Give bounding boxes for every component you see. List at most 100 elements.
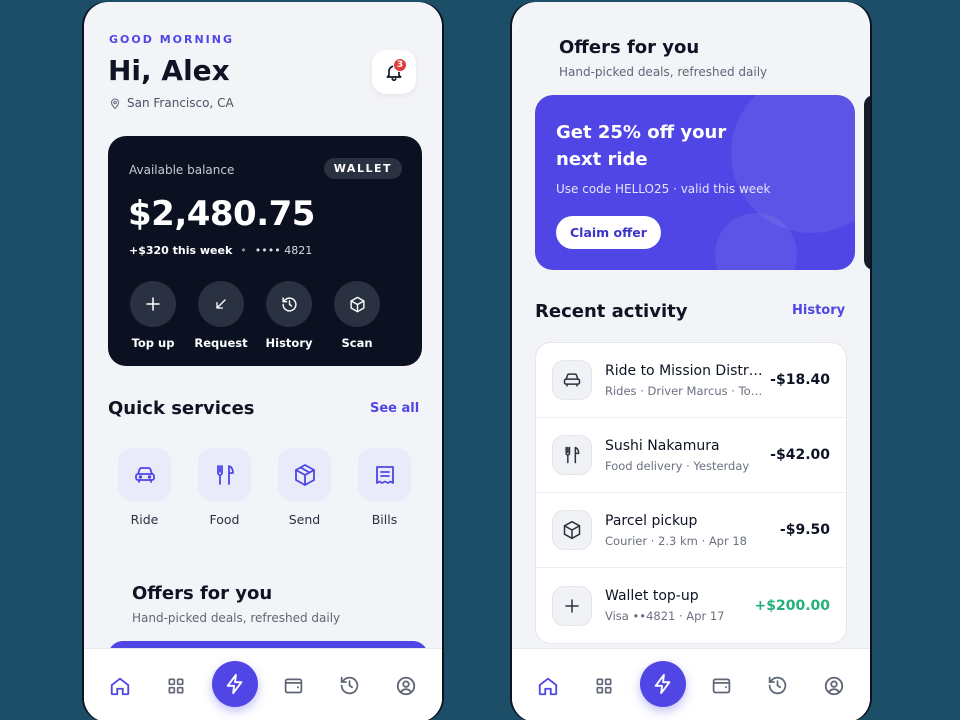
grid-icon — [596, 678, 612, 693]
bottom-nav — [84, 648, 442, 720]
activity-icon-box — [552, 510, 592, 550]
activity-history-link[interactable]: History — [792, 303, 845, 318]
car-icon — [563, 373, 581, 387]
phone-offers: Offers for you Hand-picked deals, refres… — [510, 2, 872, 720]
offers-title: Offers for you — [559, 37, 700, 58]
activity-text: Wallet top-up Visa ••4821 · Apr 17 — [605, 588, 765, 623]
promo-code-text: Use code HELLO25 · valid this week — [556, 182, 771, 196]
wallet-icon — [712, 678, 730, 694]
history-circle — [266, 281, 312, 327]
service-bills-label: Bills — [371, 512, 398, 527]
service-bills-tile — [358, 448, 411, 501]
activity-row[interactable]: Sushi Nakamura Food delivery · Yesterday… — [536, 418, 846, 493]
nav-home[interactable] — [99, 665, 141, 707]
request-button[interactable]: Request — [194, 281, 248, 350]
offers-subtitle: Hand-picked deals, refreshed daily — [132, 611, 341, 625]
activity-subtitle: Visa ••4821 · Apr 17 — [605, 609, 725, 623]
top-up-label: Top up — [131, 336, 175, 350]
offers-subtitle: Hand-picked deals, refreshed daily — [559, 65, 768, 79]
location-text: San Francisco, CA — [127, 96, 234, 110]
service-food[interactable]: Food — [198, 448, 251, 527]
nav-wallet[interactable] — [700, 665, 742, 707]
receipt-icon — [375, 465, 394, 484]
wallet-icon — [284, 678, 302, 694]
activity-row[interactable]: Ride to Mission District Rides · Driver … — [536, 343, 846, 418]
activity-amount: -$9.50 — [779, 522, 830, 538]
promo-headline: Get 25% off your next ride — [556, 122, 727, 170]
activity-amount: -$18.40 — [770, 372, 830, 388]
service-bills[interactable]: Bills — [358, 448, 411, 527]
card-masked: •••• 4821 — [254, 244, 313, 257]
nav-grid[interactable] — [583, 665, 625, 707]
promo-card[interactable]: Get 25% off your next ride Use code HELL… — [535, 95, 855, 270]
greeting-title: Hi, Alex — [108, 54, 230, 87]
separator-dot: • — [240, 244, 247, 257]
service-food-label: Food — [209, 512, 240, 527]
notifications-button[interactable]: 3 — [372, 50, 416, 94]
service-send[interactable]: Send — [278, 448, 331, 527]
home-screen: GOOD MORNING Hi, Alex San Francisco, CA … — [84, 2, 442, 720]
activity-subtitle: Rides · Driver Marcus · Today — [605, 383, 765, 398]
service-ride-tile — [118, 448, 171, 501]
quick-services-title: Quick services — [108, 398, 255, 419]
service-ride-label: Ride — [130, 512, 159, 527]
plus-icon — [565, 598, 579, 613]
claim-offer-button[interactable]: Claim offer — [556, 216, 661, 249]
activity-subtitle: Food delivery · Yesterday — [605, 458, 750, 473]
greeting-small: GOOD MORNING — [109, 33, 234, 46]
activity-title: Ride to Mission District — [605, 362, 765, 379]
activity-row[interactable]: Parcel pickup Courier · 2.3 km · Apr 18 … — [536, 493, 846, 568]
activity-list: Ride to Mission District Rides · Driver … — [535, 342, 847, 644]
service-ride[interactable]: Ride — [118, 448, 171, 527]
grid-icon — [168, 678, 184, 693]
nav-history[interactable] — [756, 665, 798, 707]
offers-title: Offers for you — [132, 583, 273, 604]
nav-action-button[interactable] — [211, 660, 258, 707]
nav-profile[interactable] — [813, 665, 855, 707]
balance-details: +$320 this week • •••• 4821 — [129, 244, 312, 257]
package-icon — [294, 463, 315, 486]
home-icon — [110, 677, 130, 695]
scan-circle — [334, 281, 380, 327]
history-icon — [768, 676, 787, 695]
utensils-icon — [565, 446, 580, 464]
profile-icon — [396, 676, 415, 695]
request-label: Request — [194, 336, 248, 350]
service-food-tile — [198, 448, 251, 501]
history-label: History — [265, 336, 313, 350]
activity-title: Parcel pickup — [605, 512, 698, 529]
nav-grid[interactable] — [155, 665, 197, 707]
top-up-button[interactable]: Top up — [130, 281, 176, 350]
notification-badge: 3 — [393, 58, 407, 72]
bolt-icon — [226, 673, 243, 694]
history-button[interactable]: History — [265, 281, 313, 350]
scan-button[interactable]: Scan — [334, 281, 380, 350]
activity-icon-box — [552, 360, 592, 400]
car-icon — [134, 466, 155, 483]
wallet-tag: WALLET — [323, 158, 402, 179]
bottom-nav — [512, 648, 870, 720]
wallet-actions: Top up Request History Scan — [130, 281, 380, 350]
quick-services-list: Ride Food Send Bills — [118, 448, 411, 527]
offers-screen: Offers for you Hand-picked deals, refres… — [512, 2, 870, 720]
nav-profile[interactable] — [385, 665, 427, 707]
utensils-icon — [216, 464, 234, 485]
activity-row[interactable]: Wallet top-up Visa ••4821 · Apr 17 +$200… — [536, 568, 846, 643]
profile-icon — [824, 676, 843, 695]
location: San Francisco, CA — [109, 96, 234, 110]
history-icon — [340, 676, 359, 695]
recent-activity-title: Recent activity — [535, 301, 688, 322]
location-pin-icon — [110, 97, 120, 109]
next-promo-card-peek[interactable] — [864, 95, 870, 270]
see-all-link[interactable]: See all — [370, 401, 419, 416]
nav-action-button[interactable] — [639, 660, 686, 707]
service-send-label: Send — [288, 512, 321, 527]
activity-amount: +$200.00 — [754, 597, 831, 614]
nav-history[interactable] — [328, 665, 370, 707]
activity-title: Sushi Nakamura — [605, 437, 720, 454]
activity-amount: -$42.00 — [770, 447, 830, 463]
nav-home[interactable] — [527, 665, 569, 707]
top-up-circle — [130, 281, 176, 327]
activity-subtitle: Courier · 2.3 km · Apr 18 — [605, 533, 748, 548]
nav-wallet[interactable] — [272, 665, 314, 707]
